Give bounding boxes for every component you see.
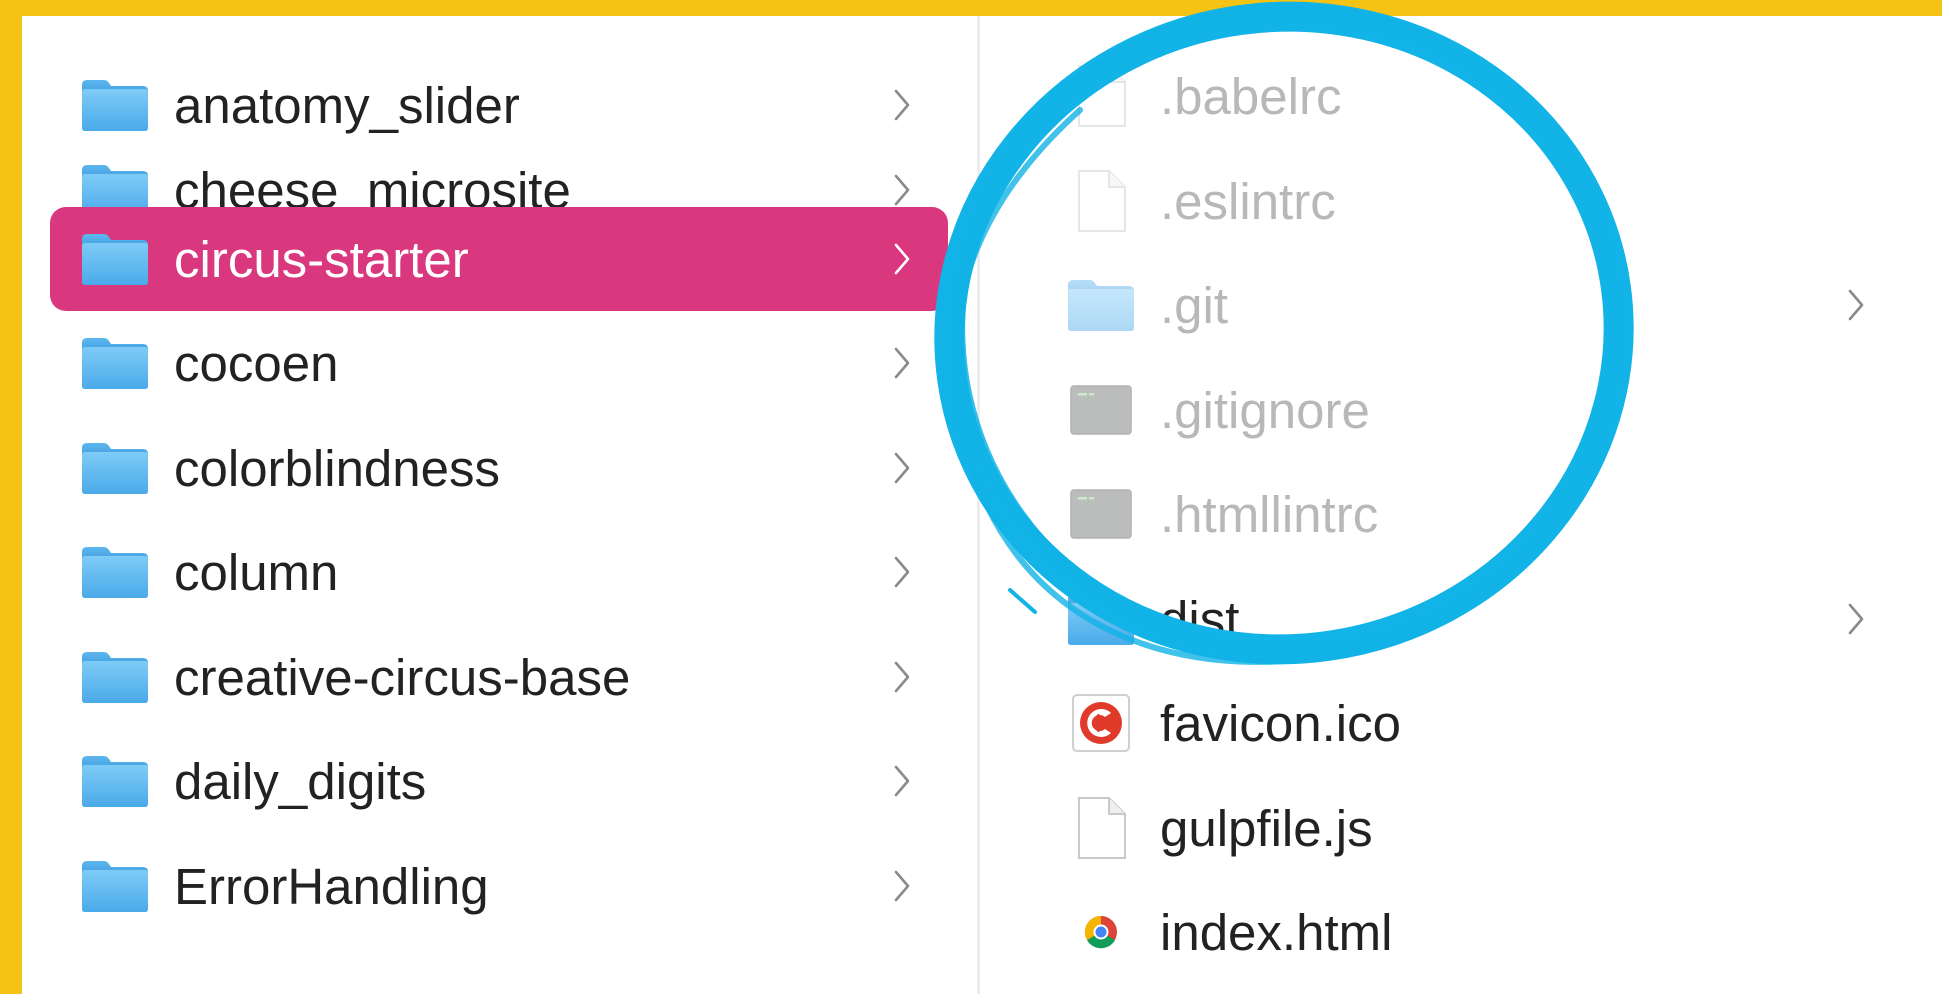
chevron-right-icon bbox=[882, 647, 922, 707]
file-row-babelrc[interactable]: .babelrc bbox=[1066, 44, 1876, 148]
chevron-right-icon bbox=[882, 856, 922, 916]
file-row-favicon[interactable]: favicon.ico bbox=[1066, 671, 1876, 775]
chevron-right-icon bbox=[882, 333, 922, 393]
folder-icon bbox=[80, 854, 150, 918]
folder-icon bbox=[80, 749, 150, 813]
folder-list-column[interactable]: anatomy_slider cheese_microsite circus-s… bbox=[22, 16, 977, 994]
folder-row-dist[interactable]: dist bbox=[1066, 567, 1876, 671]
chevron-right-icon bbox=[1836, 589, 1876, 649]
folder-label: circus-starter bbox=[174, 230, 469, 288]
terminal-file-icon bbox=[1066, 482, 1136, 546]
file-row-htmllintrc[interactable]: .htmllintrc bbox=[1066, 462, 1876, 566]
file-row-index-html[interactable]: index.html bbox=[1066, 880, 1876, 984]
file-row-gitignore[interactable]: .gitignore bbox=[1066, 358, 1876, 462]
chevron-right-icon bbox=[882, 438, 922, 498]
folder-icon bbox=[80, 540, 150, 604]
folder-row-creative-circus-base[interactable]: creative-circus-base bbox=[50, 625, 948, 729]
folder-label: cocoen bbox=[174, 334, 339, 392]
folder-contents-column[interactable]: .babelrc .eslintrc .git .gitignore .html… bbox=[980, 16, 1942, 994]
folder-row-column[interactable]: column bbox=[50, 520, 948, 624]
file-label: .git bbox=[1160, 276, 1229, 334]
chevron-right-icon bbox=[1836, 275, 1876, 335]
chevron-right-icon bbox=[882, 751, 922, 811]
folder-label: colorblindness bbox=[174, 439, 501, 497]
favicon-icon bbox=[1066, 691, 1136, 755]
file-label: .gitignore bbox=[1160, 381, 1370, 439]
file-row-eslintrc[interactable]: .eslintrc bbox=[1066, 149, 1876, 253]
file-icon bbox=[1066, 64, 1136, 128]
file-label: .htmllintrc bbox=[1160, 485, 1379, 543]
folder-row-git[interactable]: .git bbox=[1066, 253, 1876, 357]
file-label: .babelrc bbox=[1160, 67, 1342, 125]
folder-label: daily_digits bbox=[174, 752, 427, 810]
file-label: dist bbox=[1160, 590, 1240, 648]
folder-row-errorhandling[interactable]: ErrorHandling bbox=[50, 834, 948, 938]
folder-icon bbox=[80, 436, 150, 500]
file-label: favicon.ico bbox=[1160, 694, 1401, 752]
terminal-file-icon bbox=[1066, 378, 1136, 442]
chevron-right-icon bbox=[882, 542, 922, 602]
folder-label: anatomy_slider bbox=[174, 76, 520, 134]
folder-icon bbox=[80, 645, 150, 709]
folder-icon bbox=[80, 331, 150, 395]
folder-icon bbox=[80, 227, 150, 291]
file-icon bbox=[1066, 796, 1136, 860]
folder-row-cocoen[interactable]: cocoen bbox=[50, 311, 948, 415]
file-icon bbox=[1066, 169, 1136, 233]
file-label: index.html bbox=[1160, 903, 1393, 961]
file-label: gulpfile.js bbox=[1160, 799, 1373, 857]
folder-row-daily-digits[interactable]: daily_digits bbox=[50, 729, 948, 833]
folder-row-circus-starter[interactable]: circus-starter bbox=[50, 207, 948, 311]
folder-label: column bbox=[174, 543, 339, 601]
chrome-html-icon bbox=[1066, 900, 1136, 964]
chevron-right-icon bbox=[882, 229, 922, 289]
folder-label: creative-circus-base bbox=[174, 648, 631, 706]
folder-icon bbox=[1066, 273, 1136, 337]
file-row-gulpfile[interactable]: gulpfile.js bbox=[1066, 776, 1876, 880]
finder-window: anatomy_slider cheese_microsite circus-s… bbox=[22, 16, 1942, 994]
folder-icon bbox=[80, 73, 150, 137]
folder-row-colorblindness[interactable]: colorblindness bbox=[50, 416, 948, 520]
folder-icon bbox=[1066, 587, 1136, 651]
file-label: .eslintrc bbox=[1160, 172, 1336, 230]
chevron-right-icon bbox=[882, 75, 922, 135]
folder-label: ErrorHandling bbox=[174, 857, 489, 915]
